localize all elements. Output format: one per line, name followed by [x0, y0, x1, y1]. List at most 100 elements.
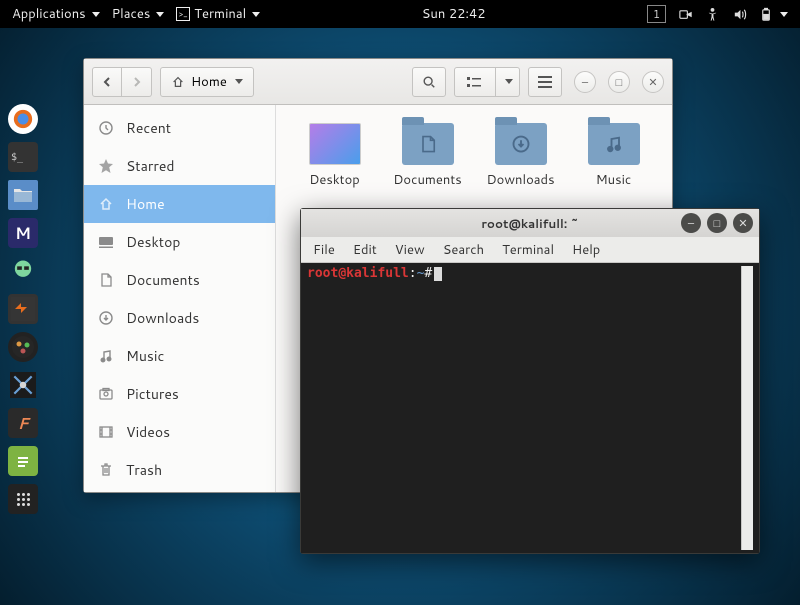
dock-faraday[interactable]: F: [8, 408, 38, 438]
sidebar-item-desktop[interactable]: Desktop: [84, 223, 275, 261]
sidebar-item-downloads[interactable]: Downloads: [84, 299, 275, 337]
chevron-down-icon: [505, 79, 513, 84]
dock-armitage-face[interactable]: [8, 256, 38, 286]
grid-item-label: Desktop: [309, 171, 360, 189]
desktop-folder-icon: [309, 123, 361, 165]
sidebar-item-home[interactable]: Home: [84, 185, 275, 223]
terminal-cursor: [434, 267, 442, 281]
hamburger-menu-button[interactable]: [528, 67, 562, 97]
grid-item-label: Documents: [393, 171, 462, 189]
sidebar-item-label: Home: [126, 194, 165, 214]
sidebar-item-trash[interactable]: Trash: [84, 451, 275, 489]
dock: $_ M F: [0, 100, 46, 518]
menu-help[interactable]: Help: [572, 241, 600, 259]
sidebar-item-label: Starred: [126, 156, 175, 176]
menu-view[interactable]: View: [395, 241, 425, 259]
prompt-at: @: [338, 266, 346, 281]
applications-menu[interactable]: Applications: [6, 5, 106, 23]
music-icon: [98, 348, 114, 364]
places-label: Places: [112, 5, 151, 23]
applications-label: Applications: [12, 5, 86, 23]
sidebar-item-music[interactable]: Music: [84, 337, 275, 375]
minimize-button[interactable]: –: [574, 71, 596, 93]
folder-icon: [588, 123, 640, 165]
menu-edit[interactable]: Edit: [353, 241, 377, 259]
dock-tool-x[interactable]: [8, 370, 38, 400]
prompt-colon: :: [409, 266, 417, 281]
clock[interactable]: Sun 22:42: [416, 5, 492, 23]
sidebar-item-documents[interactable]: Documents: [84, 261, 275, 299]
downloads-icon: [98, 310, 114, 326]
view-mode-dropdown[interactable]: [496, 67, 520, 97]
dock-show-apps[interactable]: [8, 484, 38, 514]
star-icon: [98, 158, 114, 174]
files-headerbar: Home – □ ✕: [84, 59, 672, 105]
pathbar-home[interactable]: Home: [160, 67, 254, 97]
pictures-icon: [98, 386, 114, 402]
sidebar-item-videos[interactable]: Videos: [84, 413, 275, 451]
chevron-down-icon: [780, 12, 788, 17]
view-mode-button[interactable]: [454, 67, 496, 97]
places-menu[interactable]: Places: [106, 5, 171, 23]
sidebar-item-pictures[interactable]: Pictures: [84, 375, 275, 413]
sidebar-item-recent[interactable]: Recent: [84, 109, 275, 147]
menu-search[interactable]: Search: [443, 241, 484, 259]
accessibility-icon[interactable]: [699, 7, 726, 22]
maximize-button[interactable]: □: [608, 71, 630, 93]
chevron-down-icon: [156, 12, 164, 17]
menu-file[interactable]: File: [313, 241, 335, 259]
trash-icon: [98, 462, 114, 478]
forward-button[interactable]: [122, 67, 152, 97]
recent-icon: [98, 120, 114, 136]
terminal-scrollbar[interactable]: [741, 266, 753, 550]
grid-item-label: Downloads: [486, 171, 554, 189]
terminal-minimize-button[interactable]: –: [681, 213, 701, 233]
prompt-symbol: #: [424, 266, 432, 281]
close-button[interactable]: ✕: [642, 71, 664, 93]
sidebar-item-label: Recent: [126, 118, 171, 138]
sidebar-item-label: Desktop: [126, 232, 180, 252]
sidebar-item-label: Videos: [126, 422, 170, 442]
back-button[interactable]: [92, 67, 122, 97]
terminal-maximize-button[interactable]: □: [707, 213, 727, 233]
prompt-user: root: [307, 266, 338, 281]
terminal-close-button[interactable]: ✕: [733, 213, 753, 233]
menu-terminal[interactable]: Terminal: [502, 241, 554, 259]
desktop-icon: [98, 234, 114, 250]
terminal-window: root@kalifull: ~ – □ ✕ File Edit View Se…: [300, 208, 760, 554]
home-icon: [98, 196, 114, 212]
chevron-down-icon: [235, 79, 243, 84]
dock-terminal[interactable]: $_: [8, 142, 38, 172]
sidebar-item-starred[interactable]: Starred: [84, 147, 275, 185]
folder-icon: [402, 123, 454, 165]
workspace-indicator[interactable]: 1: [641, 5, 672, 23]
dock-firefox[interactable]: [8, 104, 38, 134]
workspace-number: 1: [647, 5, 666, 23]
terminal-body[interactable]: root@kalifull:~#: [301, 263, 759, 553]
prompt-host: kalifull: [346, 266, 409, 281]
top-panel: Applications Places >_ Terminal Sun 22:4…: [0, 0, 800, 28]
chevron-down-icon: [92, 12, 100, 17]
terminal-icon: >_: [176, 7, 190, 21]
terminal-menu[interactable]: >_ Terminal: [170, 5, 266, 23]
dock-leafpad[interactable]: [8, 446, 38, 476]
terminal-label: Terminal: [194, 5, 246, 23]
videos-icon: [98, 424, 114, 440]
grid-item-label: Music: [596, 171, 632, 189]
dock-burpsuite[interactable]: [8, 294, 38, 324]
volume-icon[interactable]: [726, 7, 753, 22]
dock-metasploit[interactable]: M: [8, 218, 38, 248]
sidebar-item-label: Pictures: [126, 384, 179, 404]
chevron-down-icon: [252, 12, 260, 17]
dock-files[interactable]: [8, 180, 38, 210]
battery-icon[interactable]: [753, 7, 794, 22]
dock-maltego[interactable]: [8, 332, 38, 362]
sidebar-item-label: Music: [126, 346, 164, 366]
folder-icon: [495, 123, 547, 165]
terminal-menubar: File Edit View Search Terminal Help: [301, 237, 759, 263]
screen-record-icon[interactable]: [672, 7, 699, 22]
sidebar-item-label: Trash: [126, 460, 162, 480]
search-button[interactable]: [412, 67, 446, 97]
nav-buttons: [92, 67, 152, 97]
terminal-titlebar[interactable]: root@kalifull: ~ – □ ✕: [301, 209, 759, 237]
